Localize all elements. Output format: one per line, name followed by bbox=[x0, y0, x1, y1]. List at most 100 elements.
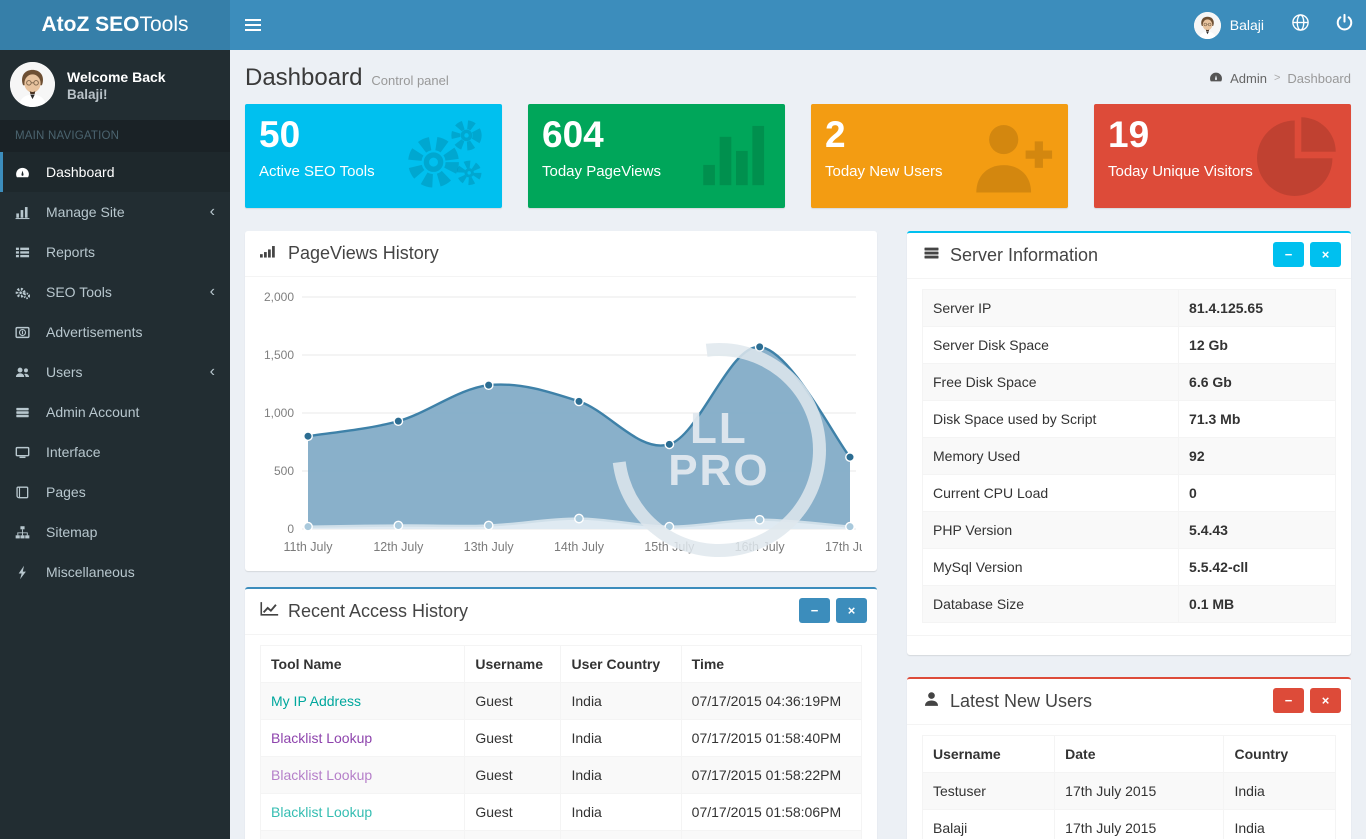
stat-box-active-seo-tools[interactable]: 50Active SEO Tools bbox=[245, 104, 502, 208]
sidebar-item-seo-tools[interactable]: SEO Tools ‹ bbox=[0, 272, 230, 312]
page-subtitle: Control panel bbox=[371, 73, 448, 88]
stat-box-today-new-users[interactable]: 2Today New Users bbox=[811, 104, 1068, 208]
chevron-left-icon: ‹ bbox=[210, 204, 215, 220]
sitemap-icon bbox=[15, 525, 37, 540]
sidebar-item-label: SEO Tools bbox=[46, 284, 112, 300]
minus-icon: − bbox=[811, 603, 819, 618]
language-globe-button[interactable] bbox=[1278, 0, 1322, 50]
logout-power-button[interactable] bbox=[1322, 0, 1366, 50]
svg-text:1,500: 1,500 bbox=[264, 348, 294, 362]
time-cell: 07/17/2015 04:36:19PM bbox=[681, 683, 861, 720]
pageviews-chart: 05001,0001,5002,00011th July12th July13t… bbox=[260, 287, 862, 559]
collapse-button[interactable]: − bbox=[799, 598, 830, 623]
book-icon bbox=[15, 485, 37, 500]
recent-access-history-title: Recent Access History bbox=[260, 601, 468, 622]
tool-link[interactable]: Blacklist Lookup bbox=[271, 767, 372, 783]
signal-bars-icon bbox=[260, 243, 279, 264]
username-cell: Guest bbox=[465, 757, 561, 794]
sidebar-item-label: Manage Site bbox=[46, 204, 125, 220]
latest-new-users-table: UsernameDateCountry Testuser17th July 20… bbox=[922, 735, 1336, 839]
collapse-button[interactable]: − bbox=[1273, 688, 1304, 713]
pageviews-history-panel: PageViews History 05001,0001,5002,00011t… bbox=[245, 231, 877, 571]
table-row: Balaji17th July 2015India bbox=[923, 810, 1336, 839]
breadcrumb-home[interactable]: Admin bbox=[1230, 71, 1267, 86]
server-info-label: PHP Version bbox=[923, 512, 1179, 549]
server-info-row: Server Disk Space12 Gb bbox=[923, 327, 1336, 364]
server-info-label: Current CPU Load bbox=[923, 475, 1179, 512]
latest-new-users-title: Latest New Users bbox=[922, 691, 1092, 712]
column-header-country: Country bbox=[1224, 736, 1336, 773]
server-information-table: Server IP81.4.125.65Server Disk Space12 … bbox=[922, 289, 1336, 623]
date-cell: 17th July 2015 bbox=[1055, 773, 1224, 810]
sidebar-item-manage-site[interactable]: Manage Site ‹ bbox=[0, 192, 230, 232]
table-row: Keyword Position CheckerGuestIndia07/17/… bbox=[261, 831, 862, 839]
sidebar-item-label: Pages bbox=[46, 484, 86, 500]
user-icon bbox=[922, 691, 941, 712]
server-info-row: Current CPU Load0 bbox=[923, 475, 1336, 512]
sidebar-toggle-button[interactable] bbox=[230, 0, 276, 50]
close-button[interactable]: × bbox=[1310, 688, 1341, 713]
pageviews-history-title: PageViews History bbox=[260, 243, 439, 264]
sidebar-user-panel: Welcome Back Balaji! bbox=[0, 50, 230, 120]
sidebar-item-advertisements[interactable]: Advertisements bbox=[0, 312, 230, 352]
breadcrumb: Admin > Dashboard bbox=[1209, 70, 1351, 87]
stat-box-today-unique-visitors[interactable]: 19Today Unique Visitors bbox=[1094, 104, 1351, 208]
sidebar-item-interface[interactable]: Interface bbox=[0, 432, 230, 472]
close-button[interactable]: × bbox=[1310, 242, 1341, 267]
chevron-left-icon: ‹ bbox=[210, 284, 215, 300]
sidebar-user-avatar bbox=[10, 62, 55, 107]
svg-text:16th July: 16th July bbox=[735, 540, 786, 554]
server-info-row: Memory Used92 bbox=[923, 438, 1336, 475]
chevron-left-icon: ‹ bbox=[210, 364, 215, 380]
welcome-username: Balaji! bbox=[67, 87, 166, 102]
content-header: Dashboard Control panel Admin > Dashboar… bbox=[230, 50, 1366, 104]
ad-icon bbox=[15, 325, 37, 340]
sidebar-item-dashboard[interactable]: Dashboard bbox=[0, 152, 230, 192]
tool-link[interactable]: My IP Address bbox=[271, 693, 361, 709]
sidebar-item-sitemap[interactable]: Sitemap bbox=[0, 512, 230, 552]
bolt-icon bbox=[15, 565, 37, 580]
svg-text:14th July: 14th July bbox=[554, 540, 605, 554]
date-cell: 17th July 2015 bbox=[1055, 810, 1224, 839]
server-info-row: Database Size0.1 MB bbox=[923, 586, 1336, 623]
close-button[interactable]: × bbox=[836, 598, 867, 623]
server-info-label: Database Size bbox=[923, 586, 1179, 623]
tool-link[interactable]: Blacklist Lookup bbox=[271, 804, 372, 820]
time-cell: 07/17/2015 01:58:40PM bbox=[681, 720, 861, 757]
stat-boxes-row: 50Active SEO Tools604Today PageViews2Tod… bbox=[245, 104, 1351, 208]
line-chart-icon bbox=[260, 601, 279, 622]
recent-access-history-panel: Recent Access History − × Tool NameUsern… bbox=[245, 587, 877, 839]
close-icon: × bbox=[1322, 247, 1330, 262]
breadcrumb-current: Dashboard bbox=[1287, 71, 1351, 86]
server-info-value: 0 bbox=[1179, 475, 1336, 512]
server-info-row: Free Disk Space6.6 Gb bbox=[923, 364, 1336, 401]
server-information-panel: Server Information − × Server IP81.4.125… bbox=[907, 231, 1351, 655]
sidebar-item-label: Interface bbox=[46, 444, 100, 460]
collapse-button[interactable]: − bbox=[1273, 242, 1304, 267]
sidebar-item-admin-account[interactable]: Admin Account bbox=[0, 392, 230, 432]
server-info-value: 6.6 Gb bbox=[1179, 364, 1336, 401]
app-logo[interactable]: AtoZ SEOTools bbox=[0, 0, 230, 50]
username-cell: Guest bbox=[465, 794, 561, 831]
app-logo-light: Tools bbox=[139, 13, 188, 37]
server-info-row: PHP Version5.4.43 bbox=[923, 512, 1336, 549]
column-header-user-country: User Country bbox=[561, 646, 681, 683]
sidebar-item-label: Sitemap bbox=[46, 524, 97, 540]
user-menu[interactable]: Balaji bbox=[1180, 0, 1278, 50]
sidebar-item-reports[interactable]: Reports bbox=[0, 232, 230, 272]
sidebar-item-pages[interactable]: Pages bbox=[0, 472, 230, 512]
svg-text:15th July: 15th July bbox=[644, 540, 695, 554]
svg-text:2,000: 2,000 bbox=[264, 290, 294, 304]
sidebar-item-miscellaneous[interactable]: Miscellaneous bbox=[0, 552, 230, 592]
app-logo-bold: AtoZ SEO bbox=[41, 13, 139, 37]
tool-link[interactable]: Blacklist Lookup bbox=[271, 730, 372, 746]
username-cell: Guest bbox=[465, 683, 561, 720]
stat-box-today-pageviews[interactable]: 604Today PageViews bbox=[528, 104, 785, 208]
server-panel-footer bbox=[907, 635, 1351, 655]
username-cell: Guest bbox=[465, 720, 561, 757]
svg-text:13th July: 13th July bbox=[464, 540, 515, 554]
svg-text:12th July: 12th July bbox=[373, 540, 424, 554]
user-country-cell: India bbox=[561, 683, 681, 720]
sidebar-item-users[interactable]: Users‹ bbox=[0, 352, 230, 392]
server-info-value: 71.3 Mb bbox=[1179, 401, 1336, 438]
